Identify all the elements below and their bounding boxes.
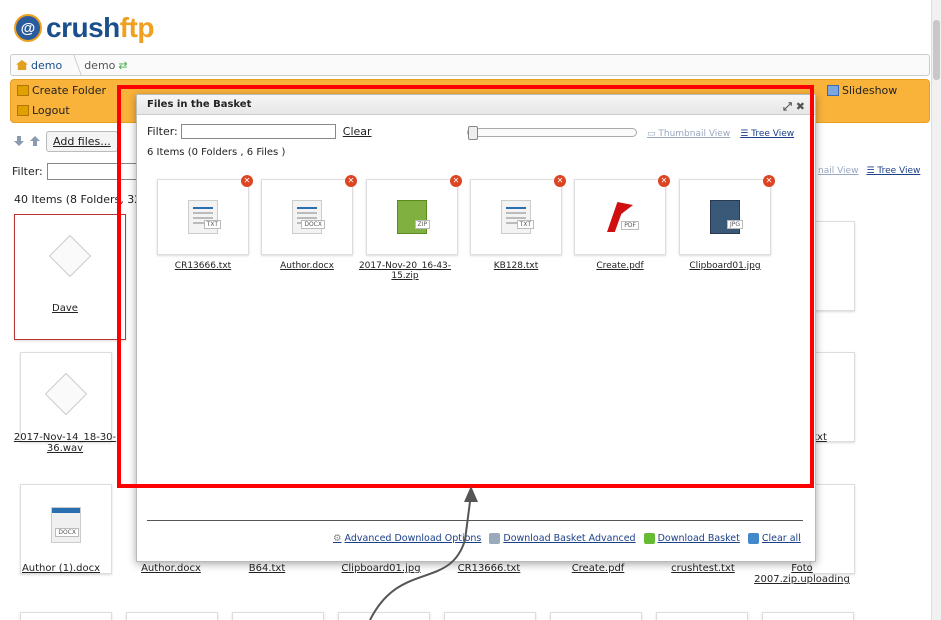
basket-dialog-title: Files in the Basket ⤢ ✖ bbox=[137, 95, 815, 115]
slideshow-icon bbox=[827, 85, 839, 96]
items-count: 40 Items (8 Folders, 32 bbox=[14, 193, 142, 206]
basket-file-tile[interactable]: ZIP ✕ bbox=[366, 175, 462, 255]
grid-item-label[interactable]: Dave bbox=[10, 303, 120, 314]
download-basket-button[interactable]: Download Basket bbox=[643, 533, 740, 544]
breadcrumb-current[interactable]: demo ⇄ bbox=[84, 59, 127, 72]
download-basket-advanced-button[interactable]: Download Basket Advanced bbox=[489, 533, 636, 544]
crushftp-logo[interactable]: @ crushftp bbox=[14, 12, 155, 44]
basket-view-links: ▭ Thumbnail View ☰ Tree View bbox=[647, 129, 794, 139]
basket-filter-input[interactable] bbox=[180, 124, 336, 139]
scrollbar-thumb[interactable] bbox=[933, 20, 940, 80]
grid-item-partial[interactable] bbox=[810, 221, 855, 311]
grid-item-label[interactable]: crushtest.txt bbox=[648, 563, 758, 574]
txt-file-icon: TXT bbox=[188, 200, 221, 234]
grid-item-label[interactable]: Author.docx bbox=[116, 563, 226, 574]
grid-item-partial[interactable] bbox=[656, 612, 748, 620]
thumbnail-view-link[interactable]: nail View bbox=[818, 166, 858, 176]
grid-item-label[interactable]: Foto 2007.zip.uploading bbox=[752, 563, 852, 585]
remove-icon[interactable]: ✕ bbox=[763, 175, 775, 187]
grid-item-partial[interactable] bbox=[762, 612, 854, 620]
breadcrumb-separator bbox=[64, 55, 82, 75]
grid-item-docx[interactable]: DOCX bbox=[20, 484, 112, 574]
basket-items-count: 6 Items (0 Folders , 6 Files ) bbox=[147, 147, 286, 158]
txt-file-icon: TXT bbox=[501, 200, 534, 234]
basket-file-tile[interactable]: DOCX ✕ bbox=[261, 175, 357, 255]
basket-file-tile[interactable]: PDF ✕ bbox=[574, 175, 670, 255]
basket-tree-view-link[interactable]: ☰ Tree View bbox=[740, 129, 794, 139]
create-folder-button[interactable]: Create Folder bbox=[17, 84, 106, 97]
gear-icon: ⚙ bbox=[333, 533, 342, 544]
logo-mark-icon: @ bbox=[14, 14, 42, 42]
clear-all-icon bbox=[747, 533, 759, 544]
main-filter-input[interactable] bbox=[46, 163, 137, 180]
grid-item-partial[interactable] bbox=[810, 352, 855, 442]
grid-item-partial[interactable] bbox=[550, 612, 642, 620]
grid-item-partial[interactable] bbox=[126, 612, 218, 620]
remove-icon[interactable]: ✕ bbox=[554, 175, 566, 187]
basket-file-name[interactable]: 2017-Nov-20_16-43-15.zip bbox=[357, 261, 453, 281]
basket-clear-filter-link[interactable]: Clear bbox=[343, 125, 372, 138]
dialog-controls: ⤢ ✖ bbox=[783, 97, 805, 117]
grid-item-label[interactable]: 2017-Nov-14_18-30-36.wav bbox=[10, 432, 120, 454]
grid-item-label[interactable]: Create.pdf bbox=[543, 563, 653, 574]
logo-text: crushftp bbox=[46, 12, 155, 43]
logout-button[interactable]: Logout bbox=[17, 104, 70, 117]
basket-file-name[interactable]: Clipboard01.jpg bbox=[670, 261, 780, 271]
annotation-arrow-icon bbox=[369, 486, 478, 620]
breadcrumb: demo demo ⇄ bbox=[10, 54, 930, 76]
basket-file-name[interactable]: Create.pdf bbox=[565, 261, 675, 271]
basket-file-tile[interactable]: JPG ✕ bbox=[679, 175, 775, 255]
basket-file-name[interactable]: Author.docx bbox=[252, 261, 362, 271]
main-filter: Filter: bbox=[12, 163, 137, 180]
grid-item-audio[interactable] bbox=[20, 352, 112, 442]
grid-item-folder[interactable] bbox=[14, 214, 126, 340]
breadcrumb-home[interactable]: demo bbox=[16, 59, 62, 72]
folder-icon bbox=[17, 85, 29, 96]
grid-item-partial[interactable] bbox=[232, 612, 324, 620]
file-placeholder-icon bbox=[44, 372, 88, 416]
refresh-icon[interactable]: ⇄ bbox=[118, 59, 127, 72]
basket-thumbnail-view-link[interactable]: ▭ Thumbnail View bbox=[647, 129, 730, 139]
main-view-links: nail View ☰ Tree View bbox=[818, 166, 920, 176]
grid-item-partial[interactable] bbox=[810, 484, 855, 574]
basket-file-name[interactable]: KB128.txt bbox=[461, 261, 571, 271]
clear-all-button[interactable]: Clear all bbox=[747, 533, 801, 544]
basket-file-tile[interactable]: TXT ✕ bbox=[470, 175, 566, 255]
app-header: @ crushftp bbox=[0, 0, 941, 50]
thumbnail-size-slider[interactable] bbox=[467, 126, 637, 140]
docx-icon: DOCX bbox=[51, 507, 81, 543]
folder-placeholder-icon bbox=[48, 234, 92, 278]
tree-view-link[interactable]: ☰ Tree View bbox=[866, 166, 920, 176]
expand-icon[interactable]: ⤢ bbox=[783, 97, 792, 117]
grid-item-label[interactable]: Author (1).docx bbox=[6, 563, 116, 574]
page-scrollbar[interactable] bbox=[931, 0, 941, 620]
logout-icon bbox=[17, 105, 29, 116]
add-files-button[interactable]: Add files... bbox=[46, 130, 118, 152]
pdf-file-icon: PDF bbox=[605, 200, 639, 234]
slideshow-button[interactable]: Slideshow bbox=[827, 84, 897, 97]
remove-icon[interactable]: ✕ bbox=[241, 175, 253, 187]
upload-arrow-icon[interactable] bbox=[30, 136, 40, 146]
download-icon bbox=[643, 533, 655, 544]
remove-icon[interactable]: ✕ bbox=[658, 175, 670, 187]
basket-file-tile[interactable]: TXT ✕ bbox=[157, 175, 253, 255]
remove-icon[interactable]: ✕ bbox=[345, 175, 357, 187]
home-icon bbox=[16, 60, 28, 70]
remove-icon[interactable]: ✕ bbox=[450, 175, 462, 187]
basket-file-name[interactable]: CR13666.txt bbox=[148, 261, 258, 271]
download-arrow-icon[interactable] bbox=[14, 136, 24, 146]
grid-item-partial[interactable] bbox=[20, 612, 112, 620]
close-icon[interactable]: ✖ bbox=[796, 97, 805, 117]
jpg-file-icon: JPG bbox=[710, 200, 743, 234]
zip-file-icon: ZIP bbox=[397, 200, 430, 234]
docx-file-icon: DOCX bbox=[292, 200, 325, 234]
basket-filter: Filter: Clear bbox=[147, 124, 372, 139]
grid-item-label[interactable]: B64.txt bbox=[212, 563, 322, 574]
slider-handle[interactable] bbox=[468, 126, 478, 140]
